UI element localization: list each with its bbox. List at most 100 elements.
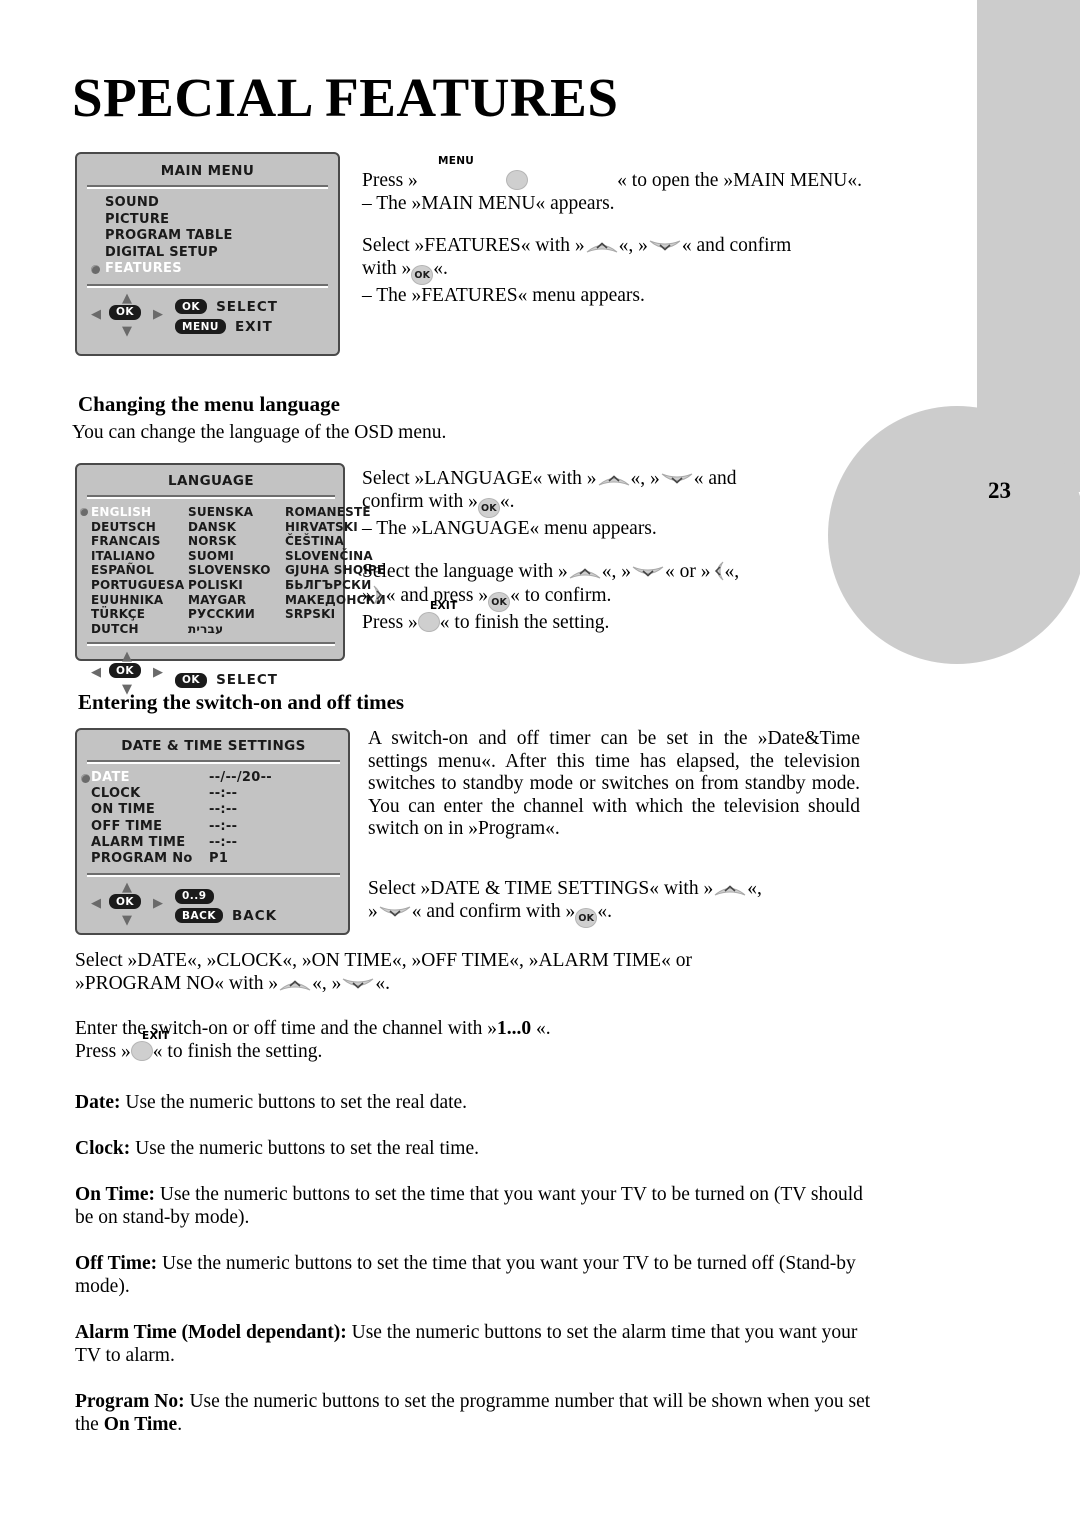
section-heading-language: Changing the menu language xyxy=(78,392,340,416)
language-option-slovensko[interactable]: SLOVENSKO xyxy=(188,563,285,578)
timer-enter-line-1-a: Enter the switch-on or off time and the … xyxy=(75,1018,498,1039)
main-menu-item-picture[interactable]: PICTURE xyxy=(91,212,328,229)
definition-body-clock: Use the numeric buttons to set the real … xyxy=(130,1138,479,1159)
definition-alarm-time: Alarm Time (Model dependant): Use the nu… xyxy=(75,1322,880,1367)
language-option-dutch[interactable]: DUTCH xyxy=(91,622,188,637)
language-option-italiano[interactable]: ITALIANO xyxy=(91,549,188,564)
dt-row-clock-key[interactable]: CLOCK xyxy=(91,786,209,802)
language-line-5-c: « to confirm. xyxy=(510,584,612,606)
timer-items-line-2-a: »PROGRAM NO« with » xyxy=(75,972,279,994)
language-line-3: – The »LANGUAGE« menu appears. xyxy=(362,517,657,539)
right-rocker-icon[interactable] xyxy=(372,584,386,606)
up-rocker-icon[interactable] xyxy=(278,977,312,992)
ok-button-icon[interactable]: OK xyxy=(575,907,598,928)
timer-enter-line-1: Enter the switch-on or off time and the … xyxy=(75,1018,885,1041)
down-rocker-icon[interactable] xyxy=(660,472,694,487)
up-rocker-icon[interactable] xyxy=(568,565,602,580)
dt-row-date-label: DATE xyxy=(91,770,130,785)
dt-row-off-time-key[interactable]: OFF TIME xyxy=(91,819,209,835)
language-option-espanol[interactable]: ESPAÑOL xyxy=(91,563,188,578)
dpad-up-icon[interactable]: ▲ xyxy=(122,292,132,305)
language-line-1: Select »LANGUAGE« with » «, » « and xyxy=(362,468,859,491)
language-grid: ENGLISH SUENSKA ROMANESTE DEUTSCH DANSK … xyxy=(80,505,386,637)
main-menu-item-program-table[interactable]: PROGRAM TABLE xyxy=(91,228,328,245)
language-line-2-b: «. xyxy=(499,490,515,512)
dt-row-date-key[interactable]: DATE xyxy=(81,770,209,786)
language-osd: LANGUAGE ENGLISH SUENSKA ROMANESTE DEUTS… xyxy=(75,463,386,696)
exit-key-caption: EXIT xyxy=(430,599,458,612)
definition-term-alarm-time: Alarm Time (Model dependant): xyxy=(75,1322,347,1343)
language-option-euuhnika[interactable]: EUUHNIKA xyxy=(91,593,188,608)
nav-action-select: SELECT xyxy=(216,672,278,689)
menu-button-icon[interactable] xyxy=(506,170,529,190)
definition-body-date: Use the numeric buttons to set the real … xyxy=(120,1092,468,1113)
language-option-dansk[interactable]: DANSK xyxy=(188,520,285,535)
down-rocker-icon[interactable] xyxy=(648,239,682,254)
language-option-suomi[interactable]: SUOMI xyxy=(188,549,285,564)
date-time-nav-hints: ▲ ▼ ◀ ▶ OK 0..9 BACK BACK xyxy=(87,881,340,927)
dpad-ok-key[interactable]: OK xyxy=(109,663,142,679)
dpad-up-icon[interactable]: ▲ xyxy=(122,881,132,894)
timer-select-line-2-a: » xyxy=(368,900,378,922)
dt-row-on-time-key[interactable]: ON TIME xyxy=(91,802,209,818)
up-rocker-icon[interactable] xyxy=(597,472,631,487)
dt-row-program-no-key[interactable]: PROGRAM No xyxy=(91,851,209,867)
dpad-icon[interactable]: ▲ ▼ ◀ ▶ OK xyxy=(91,881,169,927)
dpad-right-icon[interactable]: ▶ xyxy=(153,666,163,679)
dpad-left-icon[interactable]: ◀ xyxy=(91,897,101,910)
language-line-5-a: » xyxy=(362,584,372,606)
language-option-francais[interactable]: FRANCAIS xyxy=(91,534,188,549)
dpad-right-icon[interactable]: ▶ xyxy=(153,308,163,321)
timer-enter-line-1-b: «. xyxy=(531,1018,551,1039)
down-rocker-icon[interactable] xyxy=(631,565,665,580)
dt-row-off-time-value: --:-- xyxy=(209,818,238,834)
nav-hint-lines: 0..9 BACK BACK xyxy=(175,885,277,924)
dt-row-alarm-time-key[interactable]: ALARM TIME xyxy=(91,835,209,851)
timer-select-line-2-b: « and confirm with » xyxy=(411,900,576,922)
dpad-ok-key[interactable]: OK xyxy=(109,894,142,910)
up-rocker-icon[interactable] xyxy=(585,239,619,254)
page-number-circle xyxy=(828,406,1080,664)
language-spacer xyxy=(362,540,859,560)
language-option-turkce[interactable]: TÜRKÇE xyxy=(91,607,188,622)
timer-select-line-1-a: Select »DATE & TIME SETTINGS« with » xyxy=(368,878,714,899)
dpad-down-icon[interactable]: ▼ xyxy=(122,914,132,927)
nav-hint-select: OK SELECT xyxy=(175,299,278,315)
main-menu-item-digital-setup[interactable]: DIGITAL SETUP xyxy=(91,245,328,262)
left-rocker-icon[interactable] xyxy=(711,560,725,582)
main-menu-item-features[interactable]: FEATURES xyxy=(91,261,328,278)
intro-line-5: – The »FEATURES« menu appears. xyxy=(362,284,645,306)
language-option-deutsch[interactable]: DEUTSCH xyxy=(91,520,188,535)
main-menu-item-sound[interactable]: SOUND xyxy=(91,195,328,212)
nav-hint-exit: MENU EXIT xyxy=(175,319,278,335)
language-osd-divider-top xyxy=(87,495,335,499)
intro-line-3-b: «, » xyxy=(618,235,648,256)
down-rocker-icon[interactable] xyxy=(378,905,412,920)
language-option-suenska[interactable]: SUENSKA xyxy=(188,505,285,520)
dpad-icon[interactable]: ▲ ▼ ◀ ▶ OK xyxy=(91,292,169,338)
down-rocker-icon[interactable] xyxy=(341,977,375,992)
dpad-up-icon[interactable]: ▲ xyxy=(122,650,132,663)
language-option-poliski[interactable]: POLISKI xyxy=(188,578,285,593)
language-option-maygar[interactable]: MAYGAR xyxy=(188,593,285,608)
ok-button-icon[interactable]: OK xyxy=(477,497,500,518)
dpad-left-icon[interactable]: ◀ xyxy=(91,308,101,321)
language-option-russki[interactable]: РУССКИИ xyxy=(188,607,285,622)
dpad-down-icon[interactable]: ▼ xyxy=(122,325,132,338)
language-option-english[interactable]: ENGLISH xyxy=(80,505,188,520)
up-rocker-icon[interactable] xyxy=(713,882,747,897)
dpad-right-icon[interactable]: ▶ xyxy=(153,897,163,910)
definition-term-on-time: On Time: xyxy=(75,1184,155,1205)
timer-items-instruction: Select »DATE«, »CLOCK«, »ON TIME«, »OFF … xyxy=(75,950,885,995)
ok-button-icon[interactable]: OK xyxy=(488,591,511,612)
dpad-ok-key[interactable]: OK xyxy=(109,304,142,320)
language-option-portuguesa[interactable]: PORTUGUESA xyxy=(91,578,188,593)
timer-items-line-2-b: «, » xyxy=(312,972,342,994)
language-option-norsk[interactable]: NORSK xyxy=(188,534,285,549)
language-option-hebrew[interactable]: עברית xyxy=(188,622,285,637)
timer-items-line-1: Select »DATE«, »CLOCK«, »ON TIME«, »OFF … xyxy=(75,950,692,971)
timer-enter-line-2-a: Press » xyxy=(75,1040,131,1062)
dpad-left-icon[interactable]: ◀ xyxy=(91,666,101,679)
ok-button-icon[interactable]: OK xyxy=(411,264,434,285)
definition-body-program-no: Use the numeric buttons to set the progr… xyxy=(75,1391,871,1435)
